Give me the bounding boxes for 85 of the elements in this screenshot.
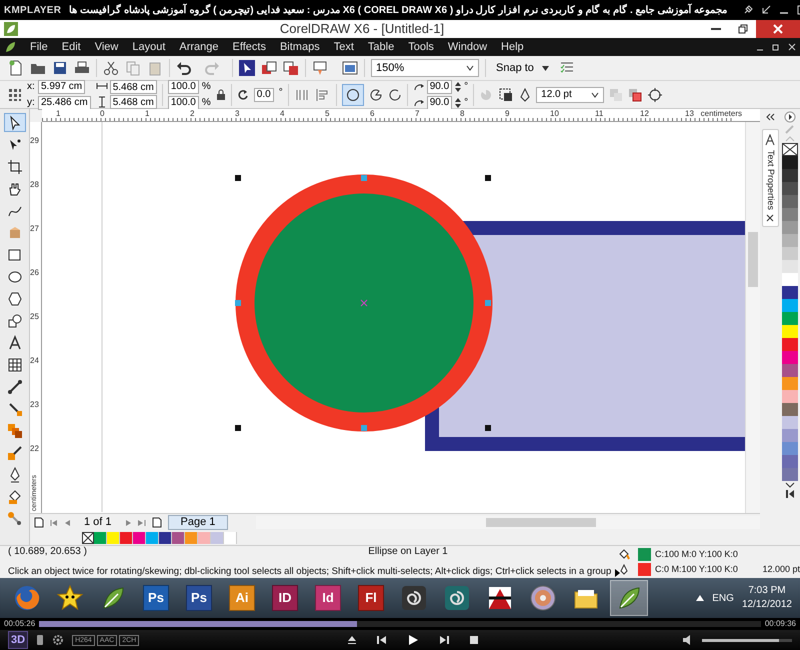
ruler-label: 23 bbox=[30, 401, 40, 409]
position-field[interactable]: 5.997 cm bbox=[38, 80, 86, 94]
ruler-label: 8 bbox=[460, 109, 464, 119]
percent-sign: % bbox=[202, 96, 211, 110]
ruler-label: 7 bbox=[415, 109, 420, 119]
docker-tab[interactable]: Text Properties bbox=[762, 129, 778, 228]
ruler-label: 4 bbox=[280, 109, 284, 119]
window-title: CorelDRAW X6 - [Untitled-1] bbox=[278, 20, 446, 38]
size-field[interactable]: 5.468 cm bbox=[110, 95, 157, 109]
menu-item[interactable]: Window bbox=[448, 38, 488, 56]
page-tab[interactable]: Page 1 bbox=[168, 515, 228, 530]
ruler-label: 27 bbox=[30, 225, 40, 233]
menu-item[interactable]: Effects bbox=[232, 38, 266, 56]
page-count: 1 of 1 bbox=[83, 515, 113, 530]
position-field[interactable]: 25.486 cm bbox=[38, 96, 91, 110]
outline-width-dropdown[interactable]: 12.0 pt bbox=[536, 86, 604, 102]
app-tile: Ps bbox=[186, 585, 212, 611]
hint-text: Click an object twice for rotating/skewing; dbl-clicking tool selects all objects; Shift+click multi-selects; Alt+click digs; Ctrl+click selects in a group bbox=[8, 565, 612, 580]
ruler-label: 28 bbox=[30, 181, 40, 189]
3d-button[interactable]: 3D bbox=[8, 630, 28, 650]
ruler-label: 2 bbox=[190, 109, 194, 119]
scale-field[interactable]: 100.0 bbox=[168, 80, 199, 94]
total-time: 00:09:36 bbox=[764, 618, 796, 630]
ruler-label: 0 bbox=[100, 109, 104, 119]
elapsed-time: 00:05:26 bbox=[4, 618, 36, 630]
app-tile: ID bbox=[272, 585, 298, 611]
ruler-label: 24 bbox=[30, 357, 40, 365]
scale-field[interactable]: 100.0 bbox=[168, 96, 199, 110]
size-field[interactable]: 5.468 cm bbox=[110, 80, 157, 94]
ruler-label: 5 bbox=[325, 109, 330, 119]
percent-sign: % bbox=[202, 80, 211, 94]
ruler-label: 13 bbox=[685, 109, 694, 119]
language-indicator[interactable]: ENG bbox=[712, 590, 734, 606]
menu-item[interactable]: Arrange bbox=[179, 38, 219, 56]
ruler-label: 12 bbox=[640, 109, 649, 119]
video-title: مجموعه آموزشی جامع . گام به گام و کاربردی نرم افزار کارل دراو X6 ( COREL DRAW X6 ) مدرس : سعید فدایی (تیچرمن ) گروه آموزشی پادشاه گرافیست ها bbox=[69, 2, 728, 18]
ruler-label: 25 bbox=[30, 313, 40, 321]
ruler-label: 9 bbox=[505, 109, 510, 119]
field-label: y: bbox=[27, 96, 36, 110]
menu-item[interactable]: Help bbox=[501, 38, 524, 56]
menu-item[interactable]: View bbox=[94, 38, 118, 56]
app-tile: Id bbox=[315, 585, 341, 611]
player-logo: KMPLAYER bbox=[4, 4, 62, 18]
ruler-label: 11 bbox=[595, 109, 604, 119]
snap-to-dropdown[interactable]: Snap to bbox=[492, 60, 553, 76]
outline-width-value: 12.000 pt bbox=[762, 563, 800, 576]
ruler-label: 3 bbox=[235, 109, 240, 119]
app-tile: Ai bbox=[229, 585, 255, 611]
app-tile: Fl bbox=[358, 585, 384, 611]
ruler-unit-label: centimeters bbox=[700, 109, 742, 118]
clock-date[interactable]: 12/12/2012 bbox=[742, 598, 792, 612]
degree-sign: ° bbox=[464, 96, 468, 110]
ruler-label: 10 bbox=[550, 109, 559, 119]
angle-field[interactable]: 90.0 bbox=[426, 96, 452, 110]
field-label: x: bbox=[27, 80, 36, 94]
taskbar-button[interactable]: Fl bbox=[352, 580, 390, 616]
menu-item[interactable]: Layout bbox=[132, 38, 166, 56]
app-tile: Ps bbox=[143, 585, 169, 611]
menu-item[interactable]: Edit bbox=[62, 38, 81, 56]
taskbar-button[interactable]: Ps bbox=[180, 580, 218, 616]
ruler-label: 1 bbox=[56, 109, 60, 119]
ruler-label: 26 bbox=[30, 269, 40, 277]
menu-item[interactable]: File bbox=[30, 38, 48, 56]
degree-sign: ° bbox=[464, 80, 468, 94]
ruler-label: 6 bbox=[370, 109, 374, 119]
menu-item[interactable]: Table bbox=[368, 38, 394, 56]
degree-sign: ° bbox=[278, 86, 283, 100]
docker-title: Text Properties bbox=[764, 150, 777, 210]
ruler-label: 29 bbox=[30, 137, 40, 145]
menu-item[interactable]: Tools bbox=[408, 38, 434, 56]
taskbar-button[interactable]: Id bbox=[309, 580, 347, 616]
menu-item[interactable]: Bitmaps bbox=[280, 38, 320, 56]
clock-time[interactable]: 7:03 PM bbox=[748, 584, 786, 598]
selection-info: Ellipse on Layer 1 bbox=[367, 545, 449, 560]
angle-field[interactable]: 90.0 bbox=[426, 80, 452, 94]
ruler-label: 22 bbox=[30, 445, 40, 453]
zoom-dropdown[interactable]: 150% bbox=[371, 59, 479, 77]
taskbar-button[interactable]: Ps bbox=[137, 580, 175, 616]
outline-color-value: C:0 M:100 Y:100 K:0 bbox=[655, 563, 738, 576]
ruler-label: 1 bbox=[145, 109, 150, 119]
taskbar-button[interactable]: ID bbox=[266, 580, 304, 616]
rotation-field[interactable]: 0.0 bbox=[254, 88, 274, 102]
fill-color-value: C:100 M:0 Y:100 K:0 bbox=[655, 548, 738, 560]
cursor-coordinates: ( 10.689, 20.653 ) bbox=[8, 545, 88, 560]
menu-item[interactable]: Text bbox=[334, 38, 354, 56]
